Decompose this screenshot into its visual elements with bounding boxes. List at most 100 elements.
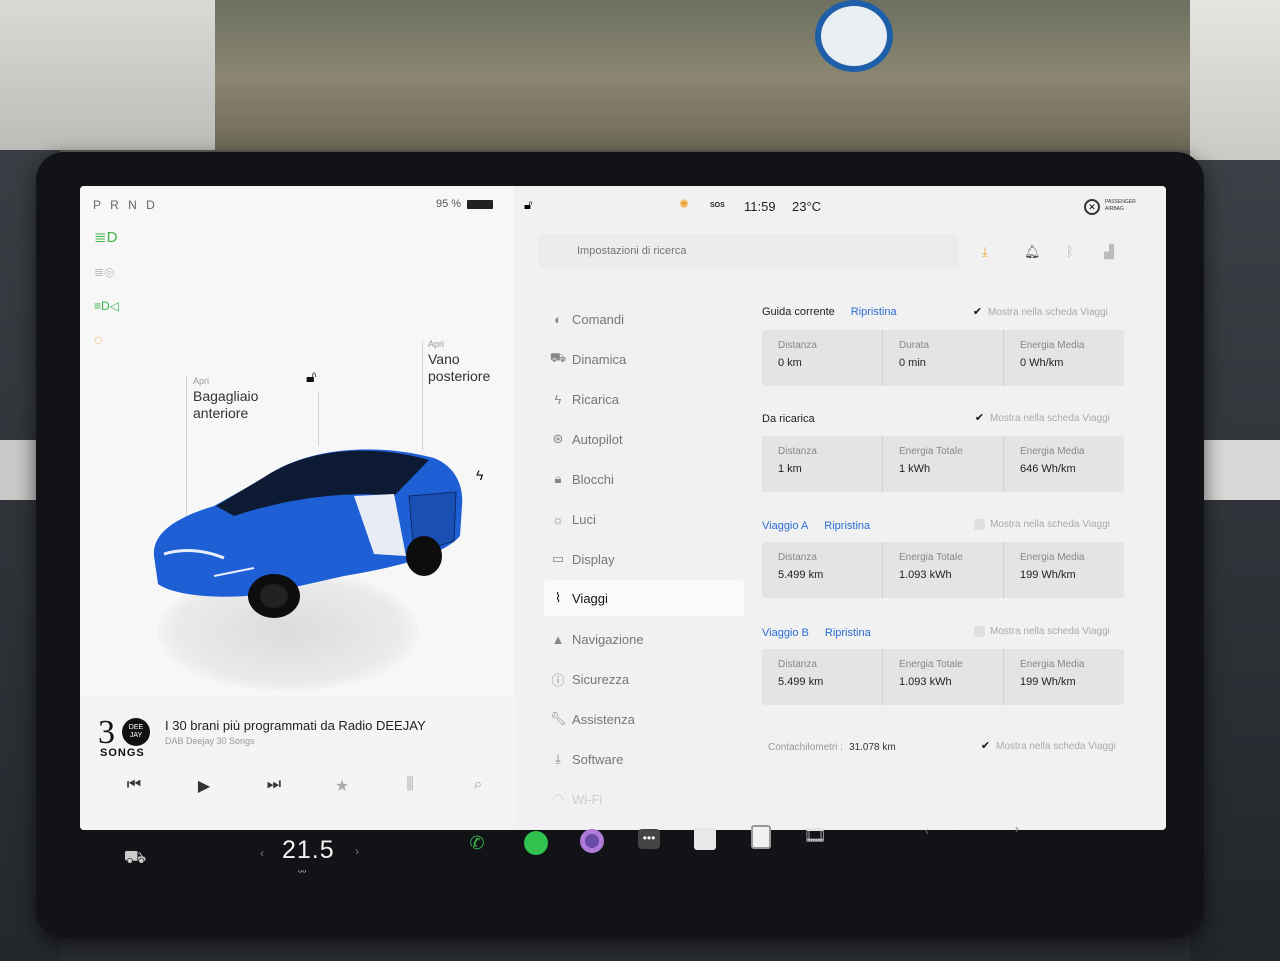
menu-item-comandi[interactable]: ◐ Comandi <box>544 302 734 336</box>
odometer-show-toggle[interactable]: ✔ Mostra nella scheda Viaggi <box>980 741 1116 753</box>
menu-item-wifi[interactable]: ◠ Wi-Fi <box>544 782 734 816</box>
stat-label: Energia Media <box>1020 446 1085 457</box>
trip-a-title[interactable]: Viaggio A <box>762 520 808 532</box>
menu-item-viaggi[interactable]: ⌇ Viaggi <box>544 580 744 616</box>
volume-icon[interactable]: 🔊︎ <box>1098 804 1124 830</box>
menu-item-label: Autopilot <box>572 431 623 447</box>
phone-icon[interactable]: ✆ <box>464 830 490 856</box>
since-charge-show-toggle[interactable]: ✔ Mostra nella scheda Viaggi <box>974 413 1110 425</box>
media-search-icon[interactable]: ⌕ <box>466 776 490 794</box>
equalizer-icon[interactable]: ⫼ <box>398 776 422 794</box>
show-in-trips-label: Mostra nella scheda Viaggi <box>988 307 1108 318</box>
frunk-open-label[interactable]: Apri <box>193 376 209 386</box>
current-drive-title: Guida corrente <box>762 306 835 318</box>
stat-cell: Energia Media 199 Wh/km <box>1004 649 1124 705</box>
next-track-icon[interactable]: ⏭ <box>262 776 286 794</box>
temp-left-down-icon[interactable]: ‹ <box>260 846 264 860</box>
settings-search-input[interactable] <box>539 234 959 268</box>
car-icon: ⛟ <box>549 350 567 365</box>
camera-icon[interactable] <box>579 828 605 854</box>
menu-item-dinamica[interactable]: ⛟ Dinamica <box>544 342 734 376</box>
menu-item-display[interactable]: ▭ Display <box>544 542 734 576</box>
station-logo: 3 DEE JAY SONGS <box>98 714 154 760</box>
download-update-icon[interactable]: ⤓ <box>982 244 988 260</box>
airbag-label: PASSENGER AIRBAG <box>1105 199 1136 213</box>
door-lock-icon[interactable]: 🔓︎ <box>524 197 532 213</box>
checkmark-icon[interactable]: ✔ <box>972 307 983 318</box>
outside-temperature: 23°C <box>792 199 822 214</box>
clock: 11:59 <box>744 199 776 214</box>
car-icon[interactable]: ⛟ <box>122 846 148 872</box>
stat-value: 0 min <box>899 357 926 369</box>
play-icon[interactable]: ▶ <box>192 776 216 796</box>
menu-item-autopilot[interactable]: ⊛ Autopilot <box>544 422 734 456</box>
stat-label: Distanza <box>778 340 817 351</box>
driver-temperature: 21.5 <box>282 836 335 864</box>
stat-cell: Distanza 0 km <box>762 330 883 386</box>
unlock-icon[interactable]: 🔓︎ <box>306 369 316 387</box>
more-icon[interactable]: ••• <box>636 826 662 852</box>
menu-item-label: Sicurezza <box>572 671 630 687</box>
calendar-icon[interactable] <box>692 826 718 852</box>
menu-item-label: Assistenza <box>572 711 635 727</box>
trip-a-show-toggle[interactable]: Mostra nella scheda Viaggi <box>974 519 1110 530</box>
trip-a-reset-button[interactable]: Ripristina <box>824 520 870 532</box>
checkbox-empty-icon[interactable] <box>974 626 985 637</box>
download-icon: ⤓ <box>555 751 561 766</box>
since-charge-header: Da ricarica <box>762 413 815 425</box>
stat-cell: Energia Totale 1 kWh <box>883 436 1004 492</box>
lock-icon: 🔒︎ <box>554 471 562 486</box>
tire-warning-icon[interactable]: ◌ <box>94 331 120 351</box>
frunk-label-line1: Bagagliaio <box>193 388 259 404</box>
temp-right-down-icon[interactable]: ‹ <box>925 824 929 838</box>
seat-heater-icon[interactable]: ᵕᵕ <box>298 866 306 878</box>
trunk-open-label[interactable]: Apri <box>428 339 444 349</box>
theater-icon[interactable]: 🎞︎ <box>802 822 828 848</box>
temp-right-up-icon[interactable]: › <box>1015 822 1019 836</box>
favorite-star-icon[interactable]: ★ <box>330 776 354 796</box>
checkbox-empty-icon[interactable] <box>974 519 985 530</box>
trunk-label[interactable]: Vano posteriore <box>428 351 490 385</box>
menu-item-ricarica[interactable]: ϟ Ricarica <box>544 382 734 416</box>
spotify-icon[interactable] <box>523 830 549 856</box>
parking-light-icon[interactable]: ≡D◁ <box>94 296 120 316</box>
notes-icon[interactable] <box>748 824 774 850</box>
airbag-label-line2: AIRBAG <box>1105 206 1124 212</box>
headlight-icon[interactable]: ≣D <box>94 228 120 248</box>
station-logo-songs: SONGS <box>100 747 145 759</box>
stat-label: Energia Media <box>1020 340 1085 351</box>
previous-track-icon[interactable]: ⏮ <box>122 776 146 794</box>
fog-light-icon[interactable]: ≣◎ <box>94 262 120 282</box>
menu-item-luci[interactable]: ☼ Luci <box>544 502 734 536</box>
menu-item-blocchi[interactable]: 🔒︎ Blocchi <box>544 462 734 496</box>
battery-percent: 95 % <box>436 198 462 210</box>
current-drive-header: Guida corrente Ripristina <box>762 306 897 318</box>
stat-value: 1 kWh <box>899 463 931 475</box>
odometer-label: Contachilometri : <box>768 742 844 753</box>
trunk-label-line1: Vano <box>428 351 460 367</box>
menu-item-navigazione[interactable]: ▲ Navigazione <box>544 622 734 656</box>
charge-port-icon[interactable]: ϟ <box>476 467 483 483</box>
stat-cell: Energia Totale 1.093 kWh <box>883 542 1004 598</box>
notification-bell-icon[interactable]: 🔔︎ <box>1024 244 1041 260</box>
touchscreen: P R N D 95 % ≣D ≣◎ ≡D◁ ◌ Apri Bagagliaio… <box>80 186 1166 830</box>
sos-label[interactable]: SOS <box>710 202 725 209</box>
trip-b-show-toggle[interactable]: Mostra nella scheda Viaggi <box>974 626 1110 637</box>
checkmark-icon[interactable]: ✔ <box>980 741 991 752</box>
trip-b-stats: Distanza 5.499 km Energia Totale 1.093 kWh… <box>762 649 1124 705</box>
vw-logo-background <box>815 0 893 72</box>
stat-cell: Durata 0 min <box>883 330 1004 386</box>
menu-item-software[interactable]: ⤓ Software <box>544 742 734 776</box>
trip-b-reset-button[interactable]: Ripristina <box>825 627 871 639</box>
current-drive-show-toggle[interactable]: ✔ Mostra nella scheda Viaggi <box>972 307 1108 319</box>
temp-left-up-icon[interactable]: › <box>355 844 359 858</box>
trip-b-title[interactable]: Viaggio B <box>762 627 809 639</box>
bluetooth-icon[interactable]: ᛒ <box>1066 244 1074 259</box>
frunk-label[interactable]: Bagagliaio anteriore <box>193 388 258 422</box>
checkmark-icon[interactable]: ✔ <box>974 413 985 424</box>
menu-item-sicurezza[interactable]: ⓘ Sicurezza <box>544 662 734 696</box>
current-drive-reset-button[interactable]: Ripristina <box>851 306 897 318</box>
menu-item-label: Software <box>572 751 624 767</box>
menu-item-assistenza[interactable]: 🔧︎ Assistenza <box>544 702 734 736</box>
gear-selector: P R N D <box>93 198 158 212</box>
